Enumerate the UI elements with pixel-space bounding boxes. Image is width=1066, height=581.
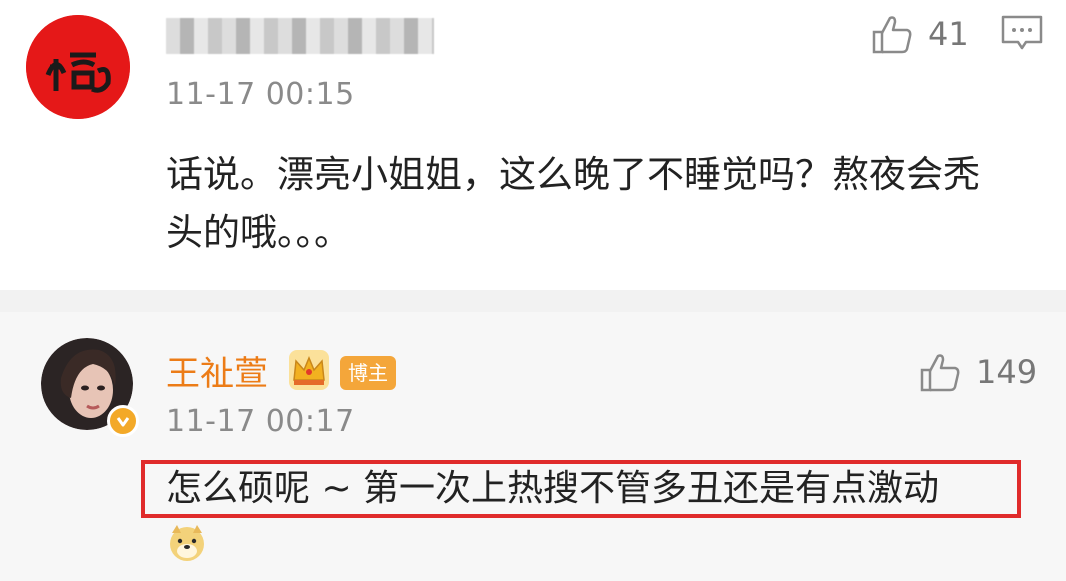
- like-button[interactable]: 41: [870, 12, 969, 56]
- comment-time: 11-17 00:17: [166, 404, 355, 439]
- avatar[interactable]: [26, 15, 130, 119]
- thumbs-up-icon: [872, 16, 912, 54]
- verified-badge-icon: [107, 405, 139, 437]
- comment-icon[interactable]: [1000, 14, 1044, 52]
- comment-text: 怎么硕呢 ~ 第一次上热搜不管多丑还是有点激动: [166, 468, 940, 509]
- avatar[interactable]: [41, 338, 139, 437]
- avatar-logo-icon: [26, 15, 130, 119]
- like-count: 41: [928, 15, 969, 53]
- like-button[interactable]: 149: [918, 350, 1037, 394]
- doge-emoji-icon: [170, 525, 204, 561]
- thumbs-up-icon: [920, 354, 960, 392]
- divider: [0, 290, 1066, 312]
- author-name[interactable]: 王祉萱: [166, 346, 268, 395]
- comment-item: 11-17 00:15 41 话说。漂亮小姐姐，这么晚了不睡觉吗？熬夜会秃头的哦…: [0, 0, 1066, 290]
- blogger-badge: 博主: [340, 356, 396, 390]
- comment-item: 王祉萱 博主 11-17 00:17 149 怎么硕呢 ~ 第一次上热搜不管多丑…: [0, 312, 1066, 581]
- username-blurred: [166, 18, 434, 54]
- crown-icon: [289, 350, 329, 390]
- like-count: 149: [976, 353, 1038, 391]
- comment-time: 11-17 00:15: [166, 77, 355, 112]
- comment-text: 话说。漂亮小姐姐，这么晚了不睡觉吗？熬夜会秃头的哦。。。: [166, 153, 980, 254]
